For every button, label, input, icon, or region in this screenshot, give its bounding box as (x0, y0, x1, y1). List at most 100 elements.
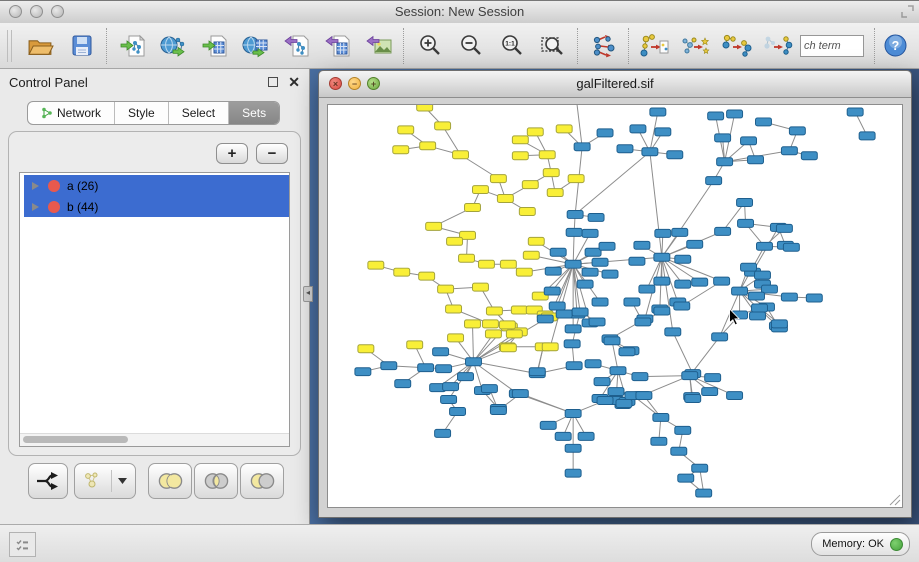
graph-node[interactable] (651, 437, 667, 445)
graph-node[interactable] (512, 390, 528, 398)
hide-selected-button[interactable] (716, 26, 757, 66)
graph-node[interactable] (847, 108, 863, 116)
graph-node[interactable] (602, 270, 618, 278)
network-graph[interactable] (328, 105, 902, 507)
graph-node[interactable] (635, 318, 651, 326)
panel-collapse-handle[interactable]: ◂ (303, 286, 313, 302)
graph-node[interactable] (564, 340, 580, 348)
tab-select[interactable]: Select (169, 102, 229, 124)
graph-node[interactable] (485, 330, 501, 338)
tab-style[interactable]: Style (115, 102, 169, 124)
graph-node[interactable] (671, 447, 687, 455)
export-network-button[interactable] (276, 26, 317, 66)
graph-node[interactable] (478, 260, 494, 268)
zoom-in-button[interactable] (409, 26, 450, 66)
graph-node[interactable] (500, 260, 516, 268)
graph-node[interactable] (448, 334, 464, 342)
search-input[interactable] (800, 35, 864, 57)
graph-node[interactable] (577, 280, 593, 288)
graph-node[interactable] (655, 229, 671, 237)
graph-edge[interactable] (650, 152, 662, 257)
graph-node[interactable] (654, 307, 670, 315)
graph-node[interactable] (594, 378, 610, 386)
graph-node[interactable] (419, 272, 435, 280)
graph-node[interactable] (459, 254, 475, 262)
graph-node[interactable] (585, 248, 601, 256)
graph-node[interactable] (592, 258, 608, 266)
graph-node[interactable] (438, 285, 454, 293)
graph-edge[interactable] (573, 232, 574, 264)
graph-node[interactable] (727, 110, 743, 118)
graph-node[interactable] (506, 330, 522, 338)
expand-icon[interactable] (32, 203, 39, 211)
scrollbar-thumb[interactable] (23, 436, 128, 443)
tab-network[interactable]: Network (28, 102, 115, 124)
graph-node[interactable] (674, 302, 690, 310)
close-panel-icon[interactable]: ✕ (288, 77, 300, 87)
graph-node[interactable] (565, 444, 581, 452)
graph-node[interactable] (588, 213, 604, 221)
graph-edge[interactable] (576, 105, 582, 147)
graph-node[interactable] (550, 248, 566, 256)
graph-node[interactable] (545, 267, 561, 275)
graph-node[interactable] (692, 278, 708, 286)
zoom-fit-button[interactable] (532, 26, 573, 66)
memory-status-button[interactable]: Memory: OK (811, 532, 910, 556)
set-row-a[interactable]: a (26) (24, 175, 289, 196)
graph-node[interactable] (630, 125, 646, 133)
set-row-b[interactable]: b (44) (24, 196, 289, 217)
graph-node[interactable] (755, 271, 771, 279)
graph-edge[interactable] (472, 324, 473, 362)
graph-node[interactable] (420, 142, 436, 150)
graph-node[interactable] (556, 125, 572, 133)
graph-node[interactable] (708, 112, 724, 120)
graph-node[interactable] (426, 222, 442, 230)
sets-list[interactable]: a (26) b (44) (19, 172, 290, 447)
graph-node[interactable] (544, 287, 560, 295)
graph-node[interactable] (781, 293, 797, 301)
graph-node[interactable] (512, 152, 528, 160)
graph-node[interactable] (528, 237, 544, 245)
graph-node[interactable] (776, 224, 792, 232)
graph-node[interactable] (465, 204, 481, 212)
graph-node[interactable] (608, 388, 624, 396)
graph-node[interactable] (610, 367, 626, 375)
graph-node[interactable] (486, 307, 502, 315)
union-sets-button[interactable] (148, 463, 192, 499)
graph-node[interactable] (417, 105, 433, 111)
graph-node[interactable] (355, 368, 371, 376)
import-table-url-button[interactable] (235, 26, 276, 66)
graph-node[interactable] (482, 320, 498, 328)
graph-node[interactable] (441, 396, 457, 404)
graph-node[interactable] (522, 181, 538, 189)
graph-edge[interactable] (473, 362, 537, 374)
graph-edge[interactable] (573, 257, 662, 264)
graph-node[interactable] (381, 362, 397, 370)
graph-node[interactable] (619, 348, 635, 356)
graph-node[interactable] (687, 240, 703, 248)
tab-sets[interactable]: Sets (229, 102, 279, 124)
graph-node[interactable] (500, 344, 516, 352)
graph-node[interactable] (481, 385, 497, 393)
graph-node[interactable] (705, 374, 721, 382)
graph-node[interactable] (435, 429, 451, 437)
graph-node[interactable] (667, 151, 683, 159)
remove-set-button[interactable]: − (256, 143, 288, 164)
graph-node[interactable] (692, 464, 708, 472)
graph-node[interactable] (617, 145, 633, 153)
horizontal-scrollbar[interactable] (20, 433, 289, 446)
graph-node[interactable] (574, 143, 590, 151)
graph-node[interactable] (527, 128, 543, 136)
intersect-sets-button[interactable] (194, 463, 238, 499)
new-network-from-selection-button[interactable] (634, 26, 675, 66)
graph-node[interactable] (702, 388, 718, 396)
graph-node[interactable] (447, 237, 463, 245)
graph-node[interactable] (624, 298, 640, 306)
graph-node[interactable] (453, 151, 469, 159)
graph-node[interactable] (616, 400, 632, 408)
create-set-from-selection-button[interactable] (28, 463, 68, 499)
graph-edge[interactable] (673, 332, 693, 374)
expand-icon[interactable] (32, 182, 39, 190)
select-neighbors-button[interactable] (675, 26, 716, 66)
save-session-button[interactable] (61, 26, 102, 66)
